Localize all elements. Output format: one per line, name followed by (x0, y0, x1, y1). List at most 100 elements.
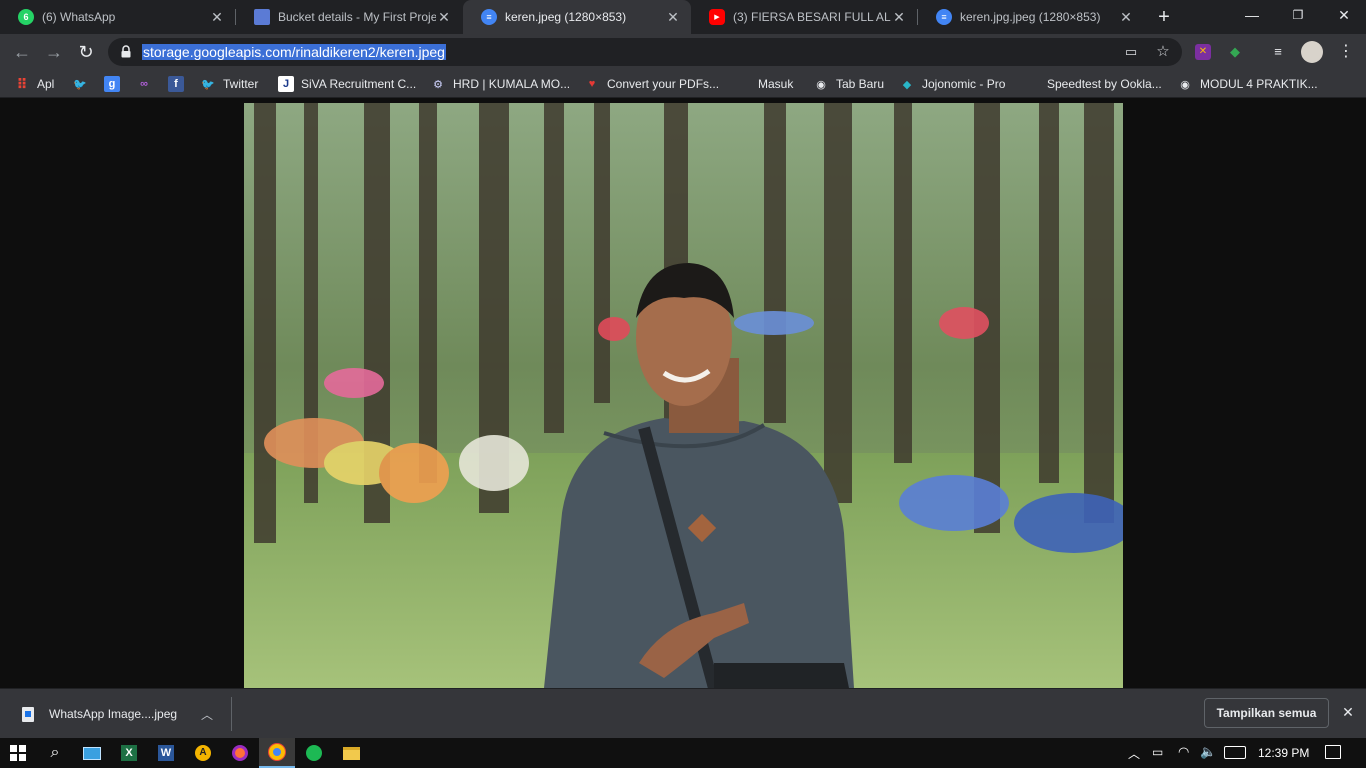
windows-taskbar: ⌕ X W A ︿ ▭ ◠ 🔈 12:39 PM (0, 738, 1366, 768)
facebook-icon: f (168, 76, 184, 92)
media-control-icon[interactable]: ≡ (1268, 42, 1288, 62)
bookmark-twitter[interactable]: 🐦 Twitter (200, 75, 258, 93)
close-tab-icon[interactable]: ✕ (891, 9, 907, 26)
tab-title: Bucket details - My First Project (278, 10, 436, 24)
twitter-icon: 🐦 (201, 78, 215, 91)
twitter-icon: 🐦 (73, 78, 87, 91)
globe-icon: ◉ (816, 78, 826, 91)
bookmark-jojonomic[interactable]: ◆ Jojonomic - Pro (899, 75, 1006, 93)
tab-youtube[interactable]: ▶ (3) FIERSA BESARI FULL ALBUM ✕ (691, 0, 917, 34)
siva-icon: J (278, 76, 294, 92)
close-tab-icon[interactable]: ✕ (665, 9, 681, 26)
toolbar: ← → ↻ storage.googleapis.com/rinaldikere… (0, 34, 1366, 70)
extension-globe-icon[interactable]: ◆ (1225, 42, 1245, 62)
bookmark-convert-pdf[interactable]: ♥ Convert your PDFs... (584, 75, 719, 93)
bookmark-hrd[interactable]: ⚙ HRD | KUMALA MO... (430, 75, 570, 93)
gear-icon: ⚙ (433, 78, 443, 91)
close-window-button[interactable]: ✕ (1321, 0, 1366, 30)
back-button[interactable]: ← (8, 38, 36, 66)
file-explorer-icon[interactable] (333, 738, 369, 768)
tab-title: (3) FIERSA BESARI FULL ALBUM (733, 10, 891, 24)
storage-icon (254, 9, 270, 25)
divider (231, 697, 232, 731)
cast-icon[interactable]: ▭ (1122, 43, 1140, 61)
tab-whatsapp[interactable]: 6 (6) WhatsApp ✕ (0, 0, 235, 34)
whatsapp-icon: 6 (18, 9, 34, 25)
restore-button[interactable]: ❐ (1275, 0, 1321, 30)
tab-title: keren.jpeg (1280×853) (505, 10, 627, 24)
image-icon: ≡ (936, 9, 952, 25)
tab-title: keren.jpg.jpeg (1280×853) (960, 10, 1101, 24)
extension-icon[interactable]: ✕ (1195, 44, 1211, 60)
forward-button[interactable]: → (40, 38, 68, 66)
spotify-icon[interactable] (296, 738, 332, 768)
search-icon[interactable]: ⌕ (37, 738, 73, 768)
download-item[interactable]: WhatsApp Image....jpeg ︿ (8, 695, 230, 733)
bookmark-label: Tab Baru (836, 77, 885, 91)
app-icon-a[interactable]: A (185, 738, 221, 768)
heart-icon: ♥ (588, 78, 596, 90)
tab-keren-jpg-jpeg[interactable]: ≡ keren.jpg.jpeg (1280×853) ✕ (918, 0, 1144, 34)
bookmark-masuk[interactable]: Masuk (738, 75, 793, 93)
close-download-bar-icon[interactable]: ✕ (1339, 703, 1357, 721)
chrome-taskbar-icon[interactable] (259, 738, 295, 768)
show-all-button[interactable]: Tampilkan semua (1204, 698, 1329, 728)
tab-bucket-details[interactable]: Bucket details - My First Project ✕ (236, 0, 462, 34)
close-tab-icon[interactable]: ✕ (209, 9, 225, 26)
apps-grid-icon: ⠿ (16, 75, 28, 92)
tab-strip: 6 (6) WhatsApp ✕ Bucket details - My Fir… (0, 0, 1366, 34)
google-icon: g (104, 76, 120, 92)
chevron-up-icon[interactable]: ︿ (1128, 745, 1140, 762)
bookmark-facebook[interactable]: f (168, 75, 191, 93)
bookmark-label: HRD | KUMALA MO... (453, 77, 571, 91)
clock[interactable]: 12:39 PM (1258, 746, 1309, 760)
bookmark-google[interactable]: g (104, 75, 127, 93)
minimize-button[interactable]: — (1229, 0, 1275, 30)
keyboard-icon[interactable] (1224, 746, 1246, 759)
displayed-photo[interactable] (244, 103, 1123, 688)
url-text[interactable]: storage.googleapis.com/rinaldikeren2/ker… (142, 44, 446, 60)
bookmark-label: Twitter (223, 77, 259, 91)
chrome-window: 6 (6) WhatsApp ✕ Bucket details - My Fir… (0, 0, 1366, 688)
bookmark-apps[interactable]: ⠿ Apl (14, 75, 55, 93)
tab-title: (6) WhatsApp (42, 10, 116, 24)
close-tab-icon[interactable]: ✕ (436, 9, 452, 26)
bookmark-label: Convert your PDFs... (607, 77, 720, 91)
microsoft-icon (738, 78, 751, 91)
tab-keren-jpeg[interactable]: ≡ keren.jpeg (1280×853) ✕ (463, 0, 691, 34)
bookmark-label: Apl (37, 77, 55, 91)
address-bar[interactable]: storage.googleapis.com/rinaldikeren2/ker… (108, 38, 1182, 66)
desktop-app-icon[interactable] (74, 738, 110, 768)
firefox-icon[interactable] (222, 738, 258, 768)
globe-icon: ◉ (1180, 78, 1190, 91)
bookmark-star-icon[interactable]: ☆ (1154, 43, 1172, 61)
menu-icon[interactable]: ⋮ (1336, 42, 1356, 62)
start-button[interactable] (0, 738, 36, 768)
wifi-icon[interactable]: ◠ (1178, 744, 1189, 760)
reload-button[interactable]: ↻ (72, 38, 100, 66)
bookmark-label: Jojonomic - Pro (922, 77, 1006, 91)
download-bar: WhatsApp Image....jpeg ︿ Tampilkan semua… (0, 688, 1366, 738)
bookmark-label: Masuk (758, 77, 794, 91)
bookmark-siva[interactable]: J SiVA Recruitment C... (278, 75, 416, 93)
battery-icon[interactable]: ▭ (1152, 745, 1163, 759)
notifications-icon[interactable] (1325, 745, 1341, 759)
bookmark-infinity[interactable]: ∞ (136, 75, 159, 93)
bookmark-twitter-1[interactable]: 🐦 (72, 75, 95, 93)
volume-icon[interactable]: 🔈 (1200, 744, 1216, 760)
excel-icon[interactable]: X (111, 738, 147, 768)
bookmark-label: SiVA Recruitment C... (301, 77, 417, 91)
profile-avatar[interactable] (1301, 41, 1323, 63)
bookmark-speedtest[interactable]: Speedtest by Ookla... (1047, 75, 1162, 93)
download-filename: WhatsApp Image....jpeg (49, 707, 178, 721)
chevron-up-icon[interactable]: ︿ (201, 706, 213, 723)
bookmark-tab-baru[interactable]: ◉ Tab Baru (813, 75, 884, 93)
close-tab-icon[interactable]: ✕ (1118, 9, 1134, 26)
bookmark-modul4[interactable]: ◉ MODUL 4 PRAKTIK... (1177, 75, 1317, 93)
word-icon[interactable]: W (148, 738, 184, 768)
jojonomic-icon: ◆ (902, 78, 912, 91)
youtube-icon: ▶ (709, 9, 725, 25)
new-tab-button[interactable]: + (1152, 5, 1176, 29)
lock-icon (121, 45, 131, 58)
windows-logo-icon (10, 745, 26, 761)
